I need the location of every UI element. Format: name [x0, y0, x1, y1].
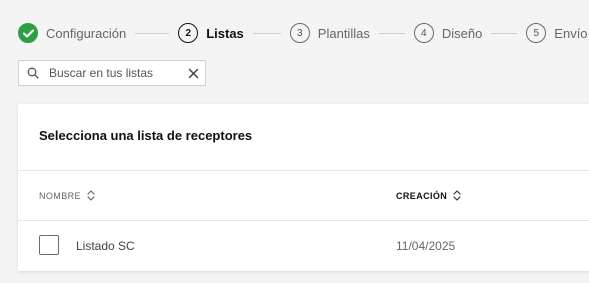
creation-date: 11/04/2025 — [396, 239, 456, 253]
step-label: Plantillas — [317, 25, 370, 41]
sort-icon — [453, 190, 461, 201]
close-icon[interactable] — [188, 68, 199, 79]
column-label: NOMBRE — [39, 190, 81, 201]
step-number: 3 — [289, 23, 310, 43]
sort-icon — [87, 190, 95, 201]
step-envio[interactable]: 5 Envío — [526, 23, 588, 43]
step-plantillas[interactable]: 3 Plantillas — [289, 23, 370, 43]
step-number: 5 — [526, 23, 547, 43]
step-label: Configuración — [46, 25, 127, 41]
step-connector — [491, 32, 518, 34]
column-header-creacion[interactable]: CREACIÓN — [396, 190, 461, 201]
list-selection-card: Selecciona una lista de receptores NOMBR… — [18, 104, 589, 271]
step-number: 2 — [178, 23, 199, 43]
step-label: Diseño — [441, 25, 483, 41]
column-header-nombre[interactable]: NOMBRE — [39, 190, 95, 201]
checkmark-icon — [18, 23, 38, 43]
step-connector — [135, 32, 170, 34]
progress-stepper: Configuración 2 Listas 3 Plantillas 4 Di… — [18, 22, 588, 44]
step-label: Listas — [206, 25, 244, 41]
step-number: 4 — [413, 23, 434, 43]
column-label: CREACIÓN — [396, 190, 448, 201]
step-label: Envío — [554, 25, 588, 41]
search-input[interactable] — [47, 65, 188, 81]
list-name: Listado SC — [76, 239, 135, 253]
divider — [18, 170, 589, 171]
step-connector — [252, 32, 281, 34]
search-box — [18, 60, 206, 86]
step-diseno[interactable]: 4 Diseño — [413, 23, 483, 43]
divider — [18, 220, 589, 221]
card-title: Selecciona una lista de receptores — [39, 128, 253, 143]
step-configuracion[interactable]: Configuración — [18, 23, 126, 43]
step-listas[interactable]: 2 Listas — [178, 23, 244, 43]
row-checkbox[interactable] — [39, 235, 59, 255]
step-connector — [378, 32, 405, 34]
search-icon — [27, 67, 39, 79]
